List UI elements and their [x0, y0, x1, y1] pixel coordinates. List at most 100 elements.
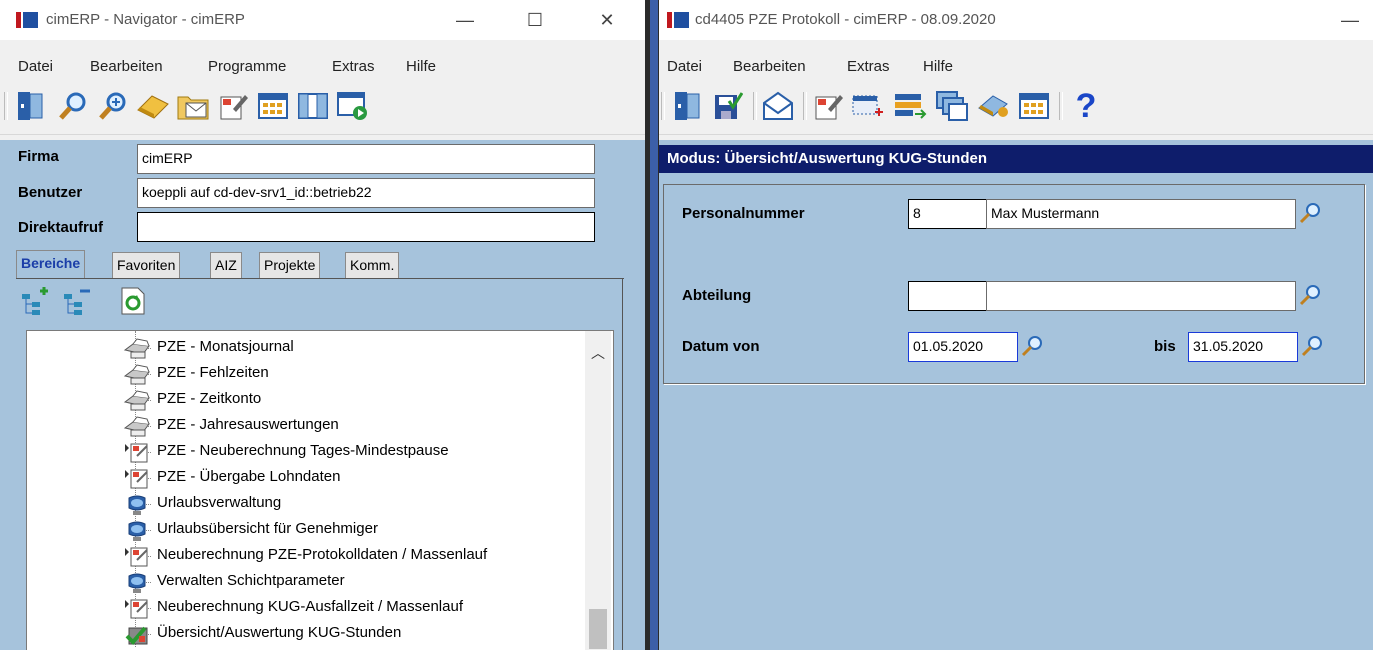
firma-field[interactable]: cimERP [137, 144, 595, 174]
bis-label: bis [1154, 338, 1176, 355]
tab-komm[interactable]: Komm. [345, 252, 400, 279]
protokoll-menubar: Datei Bearbeiten Extras Hilfe [659, 54, 1373, 80]
scroll-thumb[interactable] [589, 609, 607, 649]
abteilung-code-input[interactable] [908, 281, 988, 311]
protokoll-toolbar: ? [659, 82, 1373, 135]
mail-icon[interactable] [759, 88, 797, 124]
collapse-tree-icon[interactable] [62, 286, 92, 318]
tree-item-label: PZE - Zeitkonto [157, 390, 262, 407]
batch-icon [123, 468, 151, 490]
columns-view-icon[interactable] [294, 88, 332, 124]
table-view-icon[interactable] [254, 88, 292, 124]
batch-icon [123, 442, 151, 464]
search-plus-icon[interactable] [94, 88, 132, 124]
search-icon[interactable] [54, 88, 92, 124]
help-icon[interactable]: ? [1067, 87, 1105, 125]
tree-item-label: Verwalten Schichtparameter [157, 572, 345, 589]
tab-projekte[interactable]: Projekte [259, 252, 321, 279]
menu-programme[interactable]: Programme [208, 58, 286, 75]
printer-icon [123, 364, 151, 386]
batch-icon [123, 546, 151, 568]
navigator-titlebar[interactable]: cimERP - Navigator - cimERP — ☐ ✕ [0, 0, 645, 40]
menu-datei[interactable]: Datei [18, 58, 53, 75]
benutzer-field[interactable]: koeppli auf cd-dev-srv1_id::betrieb22 [137, 178, 595, 208]
printer-icon [123, 390, 151, 412]
navigator-toolbar [0, 82, 645, 135]
tree-item[interactable]: PZE - Zeitkonto [27, 387, 583, 413]
menu-hilfe[interactable]: Hilfe [923, 58, 953, 75]
run-program-icon[interactable] [334, 88, 372, 124]
navigator-tabs: Bereiche Favoriten AIZ Projekte Komm. [16, 250, 436, 280]
minimize-button[interactable]: — [450, 8, 480, 32]
edit-note-icon[interactable] [214, 88, 252, 124]
tree-item[interactable]: PZE - Jahresauswertungen [27, 413, 583, 439]
tab-bereiche[interactable]: Bereiche [16, 250, 86, 279]
personalnummer-label: Personalnummer [682, 205, 805, 222]
navigator-menubar: Datei Bearbeiten Programme Extras Hilfe [0, 54, 645, 80]
list-export-icon[interactable] [891, 88, 929, 124]
scroll-up-icon[interactable]: ︿ [591, 343, 605, 363]
tree-item[interactable]: PZE - Fehlzeiten [27, 361, 583, 387]
tree-item-label: PZE - Jahresauswertungen [157, 416, 339, 433]
close-button[interactable]: ✕ [592, 8, 622, 32]
refresh-icon[interactable] [120, 286, 150, 318]
datum-bis-picker-icon[interactable] [1300, 334, 1324, 358]
tree-item[interactable]: PZE - Neuberechnung Tages-Mindestpause [27, 439, 583, 465]
protokoll-title: cd4405 PZE Protokoll - cimERP - 08.09.20… [695, 11, 996, 28]
tree-item-label: Urlaubsübersicht für Genehmiger [157, 520, 378, 537]
tree-item[interactable]: Neuberechnung PZE-Protokolldaten / Masse… [27, 543, 583, 569]
batch-icon [123, 598, 151, 620]
protokoll-titlebar[interactable]: cd4405 PZE Protokoll - cimERP - 08.09.20… [659, 0, 1373, 40]
menu-hilfe[interactable]: Hilfe [406, 58, 436, 75]
datum-von-picker-icon[interactable] [1020, 334, 1044, 358]
eraser-icon[interactable] [134, 88, 172, 124]
menu-datei[interactable]: Datei [667, 58, 702, 75]
exit-door-icon[interactable] [12, 88, 50, 124]
folder-mail-icon[interactable] [174, 88, 212, 124]
maximize-button[interactable]: ☐ [520, 8, 550, 32]
tree-item-label: Urlaubsverwaltung [157, 494, 282, 511]
report-icon [123, 624, 151, 646]
windows-icon[interactable] [933, 88, 971, 124]
printer-icon [123, 338, 151, 360]
personalnummer-input[interactable]: 8 [908, 199, 988, 229]
tree-item[interactable]: PZE - Monatsjournal [27, 335, 583, 361]
tree-item[interactable]: Urlaubsübersicht für Genehmiger [27, 517, 583, 543]
exit-door-icon[interactable] [669, 88, 707, 124]
datum-von-input[interactable]: 01.05.2020 [908, 332, 1018, 362]
tree-item[interactable]: Urlaubsverwaltung [27, 491, 583, 517]
tree-scrollbar[interactable]: ︿ [585, 331, 611, 650]
menu-extras[interactable]: Extras [332, 58, 375, 75]
eraser-icon[interactable] [975, 88, 1013, 124]
menu-extras[interactable]: Extras [847, 58, 890, 75]
table-view-icon[interactable] [1015, 88, 1053, 124]
menu-bearbeiten[interactable]: Bearbeiten [90, 58, 163, 75]
tree-item-label: Neuberechnung PZE-Protokolldaten / Masse… [157, 546, 488, 563]
edit-note-icon[interactable] [809, 88, 847, 124]
personal-search-icon[interactable] [1298, 201, 1322, 225]
new-record-icon[interactable] [849, 88, 887, 124]
datum-bis-input[interactable]: 31.05.2020 [1188, 332, 1298, 362]
tab-favoriten[interactable]: Favoriten [112, 252, 181, 279]
mode-title: Modus: Übersicht/Auswertung KUG-Stunden [667, 150, 987, 167]
menu-bearbeiten[interactable]: Bearbeiten [733, 58, 806, 75]
save-icon[interactable] [709, 88, 747, 124]
minimize-button[interactable]: — [1335, 8, 1365, 32]
protokoll-panel: Modus: Übersicht/Auswertung KUG-Stunden … [659, 140, 1373, 650]
firma-label: Firma [18, 148, 59, 165]
tree-item-label: PZE - Monatsjournal [157, 338, 294, 355]
tree-item[interactable]: PZE - Übergabe Lohndaten [27, 465, 583, 491]
tab-aiz[interactable]: AIZ [210, 252, 242, 279]
expand-tree-icon[interactable] [20, 286, 50, 318]
monitor-icon [123, 572, 151, 594]
navigator-window: cimERP - Navigator - cimERP — ☐ ✕ Datei … [0, 0, 645, 650]
cimerp-logo-icon [667, 12, 689, 28]
navigator-panel: Firma cimERP Benutzer koeppli auf cd-dev… [0, 140, 645, 650]
tree-item[interactable]: Verwalten Schichtparameter [27, 569, 583, 595]
personal-name-field: Max Mustermann [986, 199, 1296, 229]
tree-item[interactable]: Übersicht/Auswertung KUG-Stunden [27, 621, 583, 647]
tree-item[interactable]: Neuberechnung KUG-Ausfallzeit / Massenla… [27, 595, 583, 621]
direktaufruf-input[interactable] [137, 212, 595, 242]
abteilung-search-icon[interactable] [1298, 283, 1322, 307]
tree-item-label: PZE - Übergabe Lohndaten [157, 468, 341, 485]
